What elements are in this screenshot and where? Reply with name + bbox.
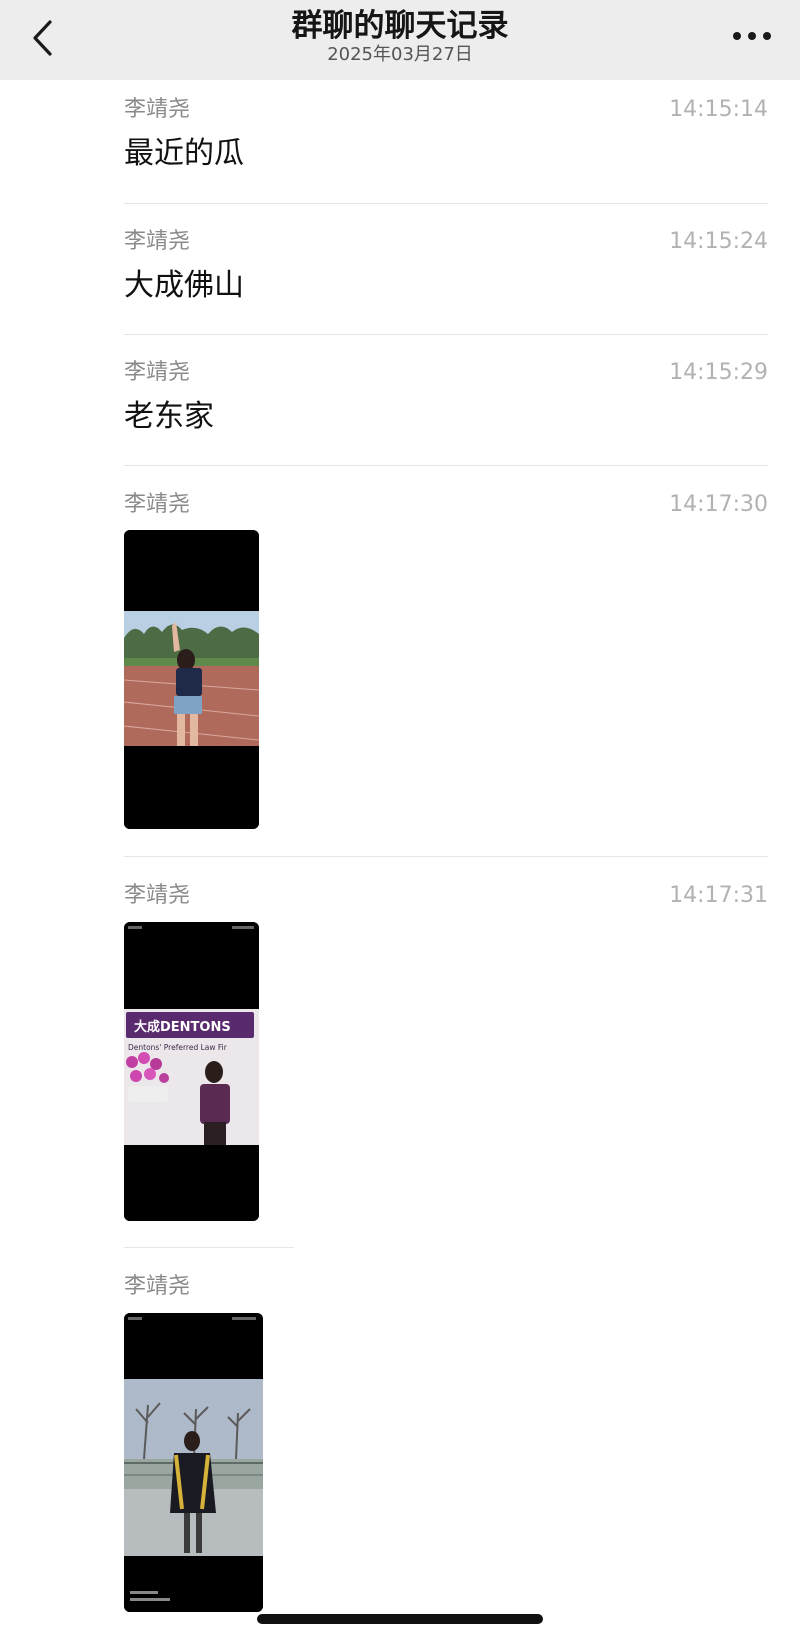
more-button[interactable] [726,16,778,56]
sender-name: 李靖尧 [124,883,191,908]
page-date: 2025年03月27日 [327,44,473,65]
message-divider [124,334,768,335]
image-thumbnail[interactable]: 大成DENTONS Dentons' Preferred Law Fir [124,922,259,1221]
sender-name: 李靖尧 [124,360,191,385]
photo-track-field [124,530,259,829]
message-divider [124,465,768,466]
chat-message: 李靖尧 14:17:30 [124,491,768,841]
message-time: 14:15:29 [669,360,768,385]
page-title: 群聊的聊天记录 [291,8,509,44]
sender-name: 李靖尧 [124,97,191,122]
sender-name: 李靖尧 [124,229,191,254]
message-time: 14:17:31 [669,883,768,908]
image-thumbnail[interactable] [124,530,259,829]
chat-message: 李靖尧 14:15:14 最近的瓜 [124,96,768,196]
message-text: 老东家 [124,399,214,434]
message-time: 14:15:14 [669,97,768,122]
banner-text: 大成DENTONS [134,1019,231,1035]
home-indicator [257,1614,543,1624]
message-divider [124,856,768,857]
photo-graduation [124,1313,263,1612]
chat-message: 李靖尧 14:15:24 大成佛山 [124,228,768,328]
message-text: 最近的瓜 [124,136,244,171]
message-divider [124,1247,294,1248]
sender-name: 李靖尧 [124,1274,191,1299]
chat-message: 李靖尧 14:17:31 大成DENTONS Dentons' Preferre… [124,882,768,1232]
more-dots-icon [733,32,771,40]
message-divider [124,203,768,204]
message-time: 14:17:30 [669,492,768,517]
message-time: 14:15:24 [669,229,768,254]
photo-dentons-office: 大成DENTONS Dentons' Preferred Law Fir [124,922,259,1221]
chat-message: 李靖尧 [124,1273,768,1613]
image-thumbnail[interactable] [124,1313,263,1612]
chat-history-page: 群聊的聊天记录 2025年03月27日 李靖尧 14:15:14 最近的瓜 李靖… [0,0,800,1636]
sender-name: 李靖尧 [124,492,191,517]
nav-header: 群聊的聊天记录 2025年03月27日 [0,0,800,80]
banner-subtext: Dentons' Preferred Law Fir [128,1043,228,1052]
chat-message: 李靖尧 14:15:29 老东家 [124,359,768,459]
message-text: 大成佛山 [124,268,244,303]
